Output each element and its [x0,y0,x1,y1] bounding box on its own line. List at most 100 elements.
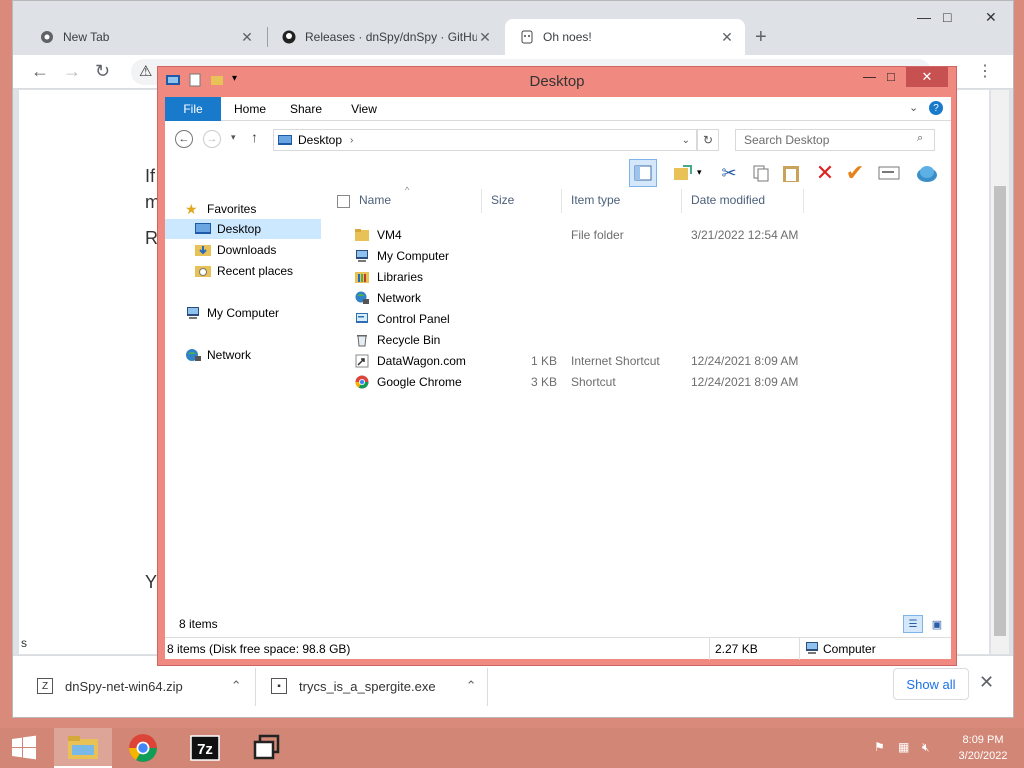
preview-pane-icon[interactable] [629,159,657,187]
nav-my-computer[interactable]: My Computer [185,303,279,323]
ribbon-tab-share[interactable]: Share [283,97,329,121]
rename-icon[interactable] [875,159,903,187]
delete-icon[interactable]: ✕ [811,159,839,187]
back-icon[interactable]: ← [175,130,193,148]
volume-muted-icon[interactable]: 🔇︎ [922,740,938,756]
clock-time: 8:09 PM [962,734,1004,746]
scrollbar-thumb[interactable] [994,186,1006,636]
download-item[interactable]: ▪ trycs_is_a_spergite.exe ⌃ [271,666,476,706]
navigation-pane: ★ Favorites Desktop Downloads Recent pla… [165,189,325,609]
tab-new-tab[interactable]: New Tab ✕ [25,19,265,55]
file-name: Control Panel [377,312,450,326]
network-status-icon[interactable]: ▦ [898,740,914,756]
file-row[interactable]: Network [333,288,951,309]
file-row[interactable]: VM4 File folder 3/21/2022 12:54 AM [333,225,951,246]
nav-label: My Computer [207,306,280,320]
file-row[interactable]: Control Panel [333,309,951,330]
minimize-icon[interactable]: — [917,9,931,25]
nav-desktop[interactable]: Desktop [165,219,321,239]
menu-icon[interactable]: ⋮ [977,61,993,81]
chevron-up-icon[interactable]: ⌃ [231,678,242,694]
column-header-name[interactable]: Name [359,193,391,207]
search-icon[interactable]: ⌕ [917,132,923,145]
nav-label: Recent places [217,264,294,278]
tab-oh-noes[interactable]: Oh noes! ✕ [505,19,745,55]
reload-icon[interactable]: ↻ [95,61,110,82]
column-header-size[interactable]: Size [491,193,514,207]
nav-favorites[interactable]: ★ Favorites [185,199,256,219]
forward-icon[interactable]: → [63,61,81,82]
column-header-type[interactable]: Item type [571,193,620,207]
new-tab-button[interactable]: + [755,26,767,49]
help-icon[interactable]: ? [929,101,943,115]
minimize-icon[interactable]: — [863,69,876,84]
tab-strip: New Tab ✕ Releases · dnSpy/dnSpy · GitHu… [13,1,1013,55]
file-row[interactable]: Google Chrome 3 KB Shortcut 12/24/2021 8… [333,372,951,393]
sort-ascending-icon: ^ [405,185,410,195]
details-view-icon[interactable]: ☰ [903,615,923,633]
show-all-button[interactable]: Show all [893,668,969,700]
up-arrow-icon[interactable]: ↑ [251,129,258,145]
chevron-down-icon[interactable]: ▾ [231,132,236,143]
forward-icon[interactable]: → [203,130,221,148]
taskbar-7zip[interactable]: 7z [176,728,234,768]
paste-icon[interactable] [777,159,805,187]
column-divider[interactable] [561,189,562,213]
close-window-icon[interactable]: ✕ [985,9,997,26]
taskbar-file-explorer[interactable] [54,728,112,768]
system-clock[interactable]: 8:09 PM 3/20/2022 [948,732,1018,764]
action-center-flag-icon[interactable]: ⚑ [874,740,890,756]
download-filename: dnSpy-net-win64.zip [65,678,183,694]
close-window-button[interactable]: ✕ [906,67,948,87]
page-scrollbar[interactable] [991,90,1009,654]
7zip-icon: 7z [190,735,220,761]
ribbon-tab-file[interactable]: File [165,97,221,121]
column-divider[interactable] [681,189,682,213]
ribbon-tab-view[interactable]: View [341,97,387,121]
search-input[interactable]: Search Desktop [735,129,935,151]
status-bar: 8 items (Disk free space: 98.8 GB) 2.27 … [165,637,951,660]
tab-github-releases[interactable]: Releases · dnSpy/dnSpy · GitHub ✕ [267,19,503,55]
chevron-down-icon[interactable]: ▾ [697,167,702,178]
refresh-icon[interactable]: ↻ [697,129,719,151]
chevron-up-icon[interactable]: ⌃ [466,678,477,694]
file-row[interactable]: My Computer [333,246,951,267]
close-download-bar-icon[interactable]: ✕ [979,672,994,693]
nav-network[interactable]: Network [185,345,251,365]
status-divider [799,638,800,660]
close-tab-icon[interactable]: ✕ [477,29,493,46]
file-row[interactable]: Recycle Bin [333,330,951,351]
address-box[interactable]: Desktop › ⌄ [273,129,697,151]
column-header-date[interactable]: Date modified [691,193,765,207]
cut-icon[interactable]: ✂ [715,159,743,187]
ribbon-tab-home[interactable]: Home [227,97,273,121]
nav-recent-places[interactable]: Recent places [195,261,293,281]
chevron-down-icon[interactable]: ⌄ [682,135,690,146]
file-row[interactable]: DataWagon.com 1 KB Internet Shortcut 12/… [333,351,951,372]
taskbar-chrome[interactable] [114,728,172,768]
column-divider[interactable] [481,189,482,213]
select-all-checkbox[interactable] [337,195,350,208]
checkmark-icon[interactable]: ✔ [841,159,869,187]
maximize-icon[interactable]: □ [943,9,951,25]
close-tab-icon[interactable]: ✕ [719,29,735,46]
large-icons-view-icon[interactable]: ▣ [927,615,947,633]
chevron-down-icon[interactable]: ⌄ [909,101,918,114]
warning-icon[interactable]: ⚠ [139,62,152,80]
folder-options-icon[interactable] [669,159,697,187]
nav-downloads[interactable]: Downloads [195,240,276,260]
file-name: Network [377,291,422,305]
globe-icon[interactable] [913,159,941,187]
back-icon[interactable]: ← [31,61,49,82]
start-button[interactable] [0,728,48,768]
taskbar-task-view[interactable] [238,728,296,768]
maximize-icon[interactable]: □ [887,69,895,84]
copy-icon[interactable] [747,159,775,187]
close-tab-icon[interactable]: ✕ [239,29,255,46]
column-divider[interactable] [803,189,804,213]
download-item[interactable]: Z dnSpy-net-win64.zip ⌃ [37,666,242,706]
chevron-right-icon[interactable]: › [350,135,353,146]
windows-stack-icon [253,734,280,760]
tab-label: New Tab [63,30,110,44]
file-row[interactable]: Libraries [333,267,951,288]
